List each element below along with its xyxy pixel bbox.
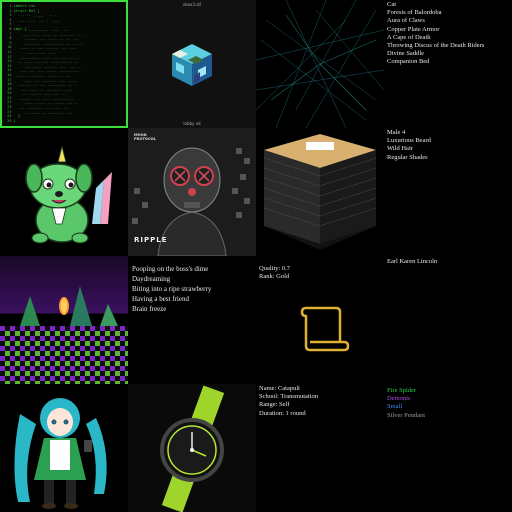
lines-art-tile — [256, 0, 384, 128]
neon-landscape-tile — [0, 256, 128, 384]
anime-girl-tile — [0, 384, 128, 512]
checkered-floor — [0, 286, 128, 384]
list-item: Throwing Discus of the Death Riders — [387, 42, 485, 50]
dreams-tile: Pooping on the boss's dime Daydreaming B… — [128, 256, 256, 384]
dream-item: Daydreaming — [132, 275, 171, 283]
spell-school: School: Transmutation — [259, 393, 319, 401]
list-item: Forests of Balordoba — [387, 9, 442, 17]
trait-item: Male 4 — [387, 129, 406, 136]
list-item: Companion Bed — [387, 58, 430, 66]
unicorn-dog-tile — [0, 128, 128, 256]
list-item: Aura of Claws — [387, 17, 425, 25]
trait-item: Wild Hair — [387, 145, 413, 153]
loot-item: Silver Pendant — [387, 411, 426, 419]
loot-item: Fire Spider — [387, 387, 417, 394]
spell-name: Name: Catapult — [259, 385, 300, 392]
watch-tile — [128, 384, 256, 512]
dream-item: Brain freeze — [132, 305, 167, 313]
dream-item: Having a best friend — [132, 295, 189, 303]
spell-card-tile: Name: Catapult School: Transmutation Ran… — [256, 384, 384, 512]
loot-tile: Fire Spider Demonic Small Silver Pendant — [384, 384, 512, 512]
scroll-icon — [300, 306, 350, 352]
terminal-tile[interactable]: 1 import run 2 struct Ref { 3 ... .. _ _… — [0, 0, 128, 128]
viewer-footer: lobby xd — [183, 121, 201, 126]
traits-tile: Male 4 Luxurious Beard Wild Hair Regular… — [384, 128, 512, 256]
album-title: RIPPLE — [134, 236, 168, 244]
dream-item: Pooping on the boss's dime — [132, 265, 209, 273]
starburst-lines — [256, 0, 384, 128]
spell-duration: Duration: 1 round — [259, 409, 306, 417]
trait-item: Luxurious Beard — [387, 137, 431, 145]
name-card-tile: Earl Karen Lincoln — [384, 256, 512, 384]
person-name: Earl Karen Lincoln — [387, 258, 438, 265]
list-item: Cat — [387, 1, 397, 8]
cube-viewer-tile[interactable]: xbox3.stl lobby xd — [128, 0, 256, 128]
trait-item: Regular Shades — [387, 153, 428, 161]
tower-building — [263, 134, 377, 250]
terminal-code: 1 import run 2 struct Ref { 3 ... .. _ _… — [7, 4, 86, 123]
album-cover-tile[interactable]: MOON PROTOCOL RIPPLE — [128, 128, 256, 256]
scroll-card-tile: Quality: 0.7 Rank: Gold — [256, 256, 384, 384]
building-tile — [256, 128, 384, 256]
item-list-tile: Cat Forests of Balordoba Aura of Claws C… — [384, 0, 512, 128]
anime-girl-illustration — [14, 398, 107, 509]
list-item: Copper Plate Armor — [387, 25, 440, 33]
dream-item: Biting into a ripe strawberry — [132, 285, 212, 293]
list-item: Divine Saddle — [387, 50, 425, 58]
loot-item: Demonic — [387, 395, 411, 403]
cube-model — [172, 44, 212, 86]
unicorn-dog-illustration — [25, 145, 112, 244]
loot-item: Small — [387, 403, 403, 411]
watch-render — [160, 385, 225, 512]
list-item: A Cape of Death — [387, 33, 431, 41]
spell-range: Range: Self — [259, 401, 290, 409]
